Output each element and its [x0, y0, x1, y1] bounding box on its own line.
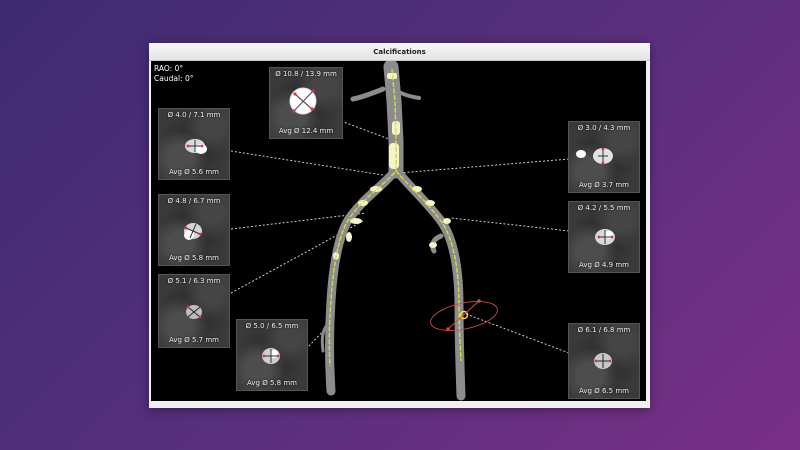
cross-section-thumbnail[interactable]: Ø 6.1 / 6.8 mm Avg Ø 6.5 mm	[568, 323, 640, 399]
average-diameter-label: Avg Ø 5.8 mm	[247, 379, 297, 387]
average-diameter-label: Avg Ø 6.5 mm	[579, 387, 629, 395]
diameter-label: Ø 4.0 / 7.1 mm	[167, 111, 221, 119]
cross-section-thumbnail[interactable]: Ø 5.1 / 6.3 mm Avg Ø 5.7 mm	[158, 274, 230, 348]
cross-section-thumbnail[interactable]: Ø 3.0 / 4.3 mm Avg Ø 3.7 mm	[568, 121, 640, 193]
cross-section-thumbnail[interactable]: Ø 4.8 / 6.7 mm Avg Ø 5.8 mm	[158, 194, 230, 266]
cross-section-thumbnail[interactable]: Ø 10.8 / 13.9 mm Avg Ø 12.4 mm	[269, 67, 343, 139]
diameter-label: Ø 3.0 / 4.3 mm	[577, 124, 631, 132]
diameter-label: Ø 5.1 / 6.3 mm	[167, 277, 221, 285]
cross-section-marker[interactable]	[428, 296, 500, 336]
diameter-label: Ø 10.8 / 13.9 mm	[275, 70, 337, 78]
caudal-angle: Caudal: 0°	[154, 74, 194, 83]
rao-angle: RAO: 0°	[154, 64, 184, 73]
average-diameter-label: Avg Ø 5.6 mm	[169, 168, 219, 176]
diameter-label: Ø 4.2 / 5.5 mm	[577, 204, 631, 212]
diameter-label: Ø 5.0 / 6.5 mm	[245, 322, 299, 330]
average-diameter-label: Avg Ø 5.8 mm	[169, 254, 219, 262]
average-diameter-label: Avg Ø 5.7 mm	[169, 336, 219, 344]
ct-viewer[interactable]: RAO: 0° Caudal: 0° Ø 10.8 / 13.9 mm Avg …	[151, 61, 646, 401]
cross-section-thumbnail[interactable]: Ø 5.0 / 6.5 mm Avg Ø 5.8 mm	[236, 319, 308, 391]
window-title: Calcifications	[149, 43, 650, 61]
diameter-label: Ø 4.8 / 6.7 mm	[167, 197, 221, 205]
diameter-label: Ø 6.1 / 6.8 mm	[577, 326, 631, 334]
calcifications-window: Calcifications RAO: 0° Caudal: 0° Ø 10.8…	[149, 43, 650, 408]
cross-section-thumbnail[interactable]: Ø 4.0 / 7.1 mm Avg Ø 5.6 mm	[158, 108, 230, 180]
average-diameter-label: Avg Ø 12.4 mm	[278, 127, 334, 135]
average-diameter-label: Avg Ø 3.7 mm	[579, 181, 629, 189]
average-diameter-label: Avg Ø 4.9 mm	[579, 261, 629, 269]
cross-section-thumbnail[interactable]: Ø 4.2 / 5.5 mm Avg Ø 4.9 mm	[568, 201, 640, 273]
orientation-label: RAO: 0° Caudal: 0°	[154, 64, 193, 84]
